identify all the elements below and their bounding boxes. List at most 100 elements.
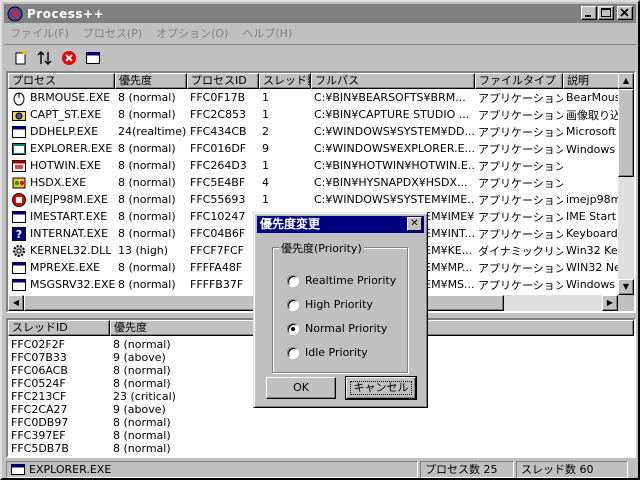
process-cell-priority: 8 (normal): [118, 91, 176, 104]
new-file-icon: [15, 49, 27, 64]
close-button[interactable]: [617, 6, 633, 20]
scroll-down-button[interactable]: ▼: [618, 279, 634, 295]
process-cell-threads: 1: [262, 193, 269, 206]
menu-help[interactable]: ヘルプ(H): [242, 25, 292, 41]
process-cell-priority: 24(realtime): [118, 125, 187, 138]
radio-high[interactable]: High Priority: [287, 298, 373, 311]
priority-dialog: 優先度変更 ✕ 優先度(Priority) Realtime Priority …: [253, 212, 428, 408]
process-row[interactable]: BRMOUSE.EXE 8 (normal) FFC0F17B 1 C:¥BIN¥BEA…: [8, 89, 634, 106]
process-cell-pid: FFCF7FCF: [190, 244, 244, 257]
mouse-icon: [13, 92, 25, 105]
process-cell-threads: 1: [262, 108, 269, 121]
process-cell-name: DDHELP.EXE: [8, 124, 115, 140]
thread-id-cell: FFC07B33: [11, 351, 67, 364]
process-cell-name: IMEJP98M.EXE: [8, 192, 115, 208]
menu-options[interactable]: オプション(O): [156, 25, 228, 41]
process-cell-type: アプリケーション: [478, 159, 563, 173]
col-priority[interactable]: 優先度: [115, 73, 187, 89]
process-cell-name: HSDX.EXE: [8, 175, 115, 191]
scroll-right-button[interactable]: ▶: [602, 295, 618, 311]
process-cell-pid: FFC016DF: [190, 142, 247, 155]
title-bar[interactable]: Process++: [4, 4, 636, 23]
process-cell-pid: FFFFA48F: [190, 261, 243, 274]
col-pid[interactable]: プロセスID: [187, 73, 259, 89]
window-icon: [12, 261, 26, 274]
radio-button[interactable]: [287, 346, 299, 359]
close-icon: [620, 8, 629, 17]
thread-id-cell: FFC397EF: [11, 429, 66, 442]
dialog-close-button[interactable]: ✕: [407, 217, 422, 231]
new-process-button[interactable]: [10, 47, 32, 69]
status-selected-process: EXPLORER.EXE: [6, 461, 418, 478]
process-cell-name: ? INTERNAT.EXE: [8, 226, 115, 242]
process-cell-name: KERNEL32.DLL: [8, 243, 115, 259]
radio-idle[interactable]: Idle Priority: [287, 346, 368, 359]
vertical-scroll-thumb[interactable]: [618, 89, 634, 177]
scroll-corner: [618, 295, 634, 311]
sort-button[interactable]: [34, 47, 56, 69]
minimize-button[interactable]: [581, 6, 597, 20]
process-cell-name: CAPT_ST.EXE: [8, 107, 115, 123]
process-cell-type: ダイナミックリン...: [478, 244, 563, 258]
thread-row[interactable]: FFC5DB7B 8 (normal): [8, 442, 634, 455]
radio-normal[interactable]: Normal Priority: [287, 322, 387, 335]
thread-row[interactable]: FFC397EF 8 (normal): [8, 429, 634, 442]
window-view-button[interactable]: [82, 47, 104, 69]
process-cell-priority: 8 (normal): [118, 159, 176, 172]
process-row[interactable]: DDHELP.EXE 24(realtime) FFC434CB 2 C:¥WINDOW…: [8, 123, 634, 140]
window-title: Process++: [27, 6, 105, 21]
menu-file[interactable]: ファイル(F): [10, 25, 69, 41]
radio-button[interactable]: [287, 298, 299, 311]
process-name: EXPLORER.EXE: [30, 141, 113, 155]
process-vertical-scrollbar[interactable]: ▲ ▼: [618, 73, 634, 295]
maximize-icon: [601, 8, 611, 17]
capture-icon: [12, 110, 26, 121]
menu-process[interactable]: プロセス(P): [83, 25, 142, 41]
process-cell-pid: FFC0F17B: [190, 91, 246, 104]
process-cell-pid: FFC55693: [190, 193, 246, 206]
process-cell-pid: FFC5E4BF: [190, 176, 246, 189]
thread-row[interactable]: FFC0DB97 8 (normal): [8, 416, 634, 429]
scroll-left-button[interactable]: ◀: [8, 295, 24, 311]
radio-button[interactable]: [287, 274, 299, 287]
ime-icon: [12, 192, 26, 207]
col-threads[interactable]: スレッド数: [259, 73, 311, 89]
process-row[interactable]: HOTWIN.EXE 8 (normal) FFC264D3 1 C:¥BIN¥HOTW…: [8, 157, 634, 174]
scroll-up-button[interactable]: ▲: [618, 73, 634, 89]
col-thread-id[interactable]: スレッドID: [8, 320, 110, 336]
svg-text:?: ?: [16, 228, 22, 241]
col-fullpath[interactable]: フルパス: [311, 73, 475, 89]
maximize-button[interactable]: [598, 6, 614, 20]
process-name: KERNEL32.DLL: [30, 243, 112, 257]
process-cell-name: BRMOUSE.EXE: [8, 90, 115, 106]
terminate-button[interactable]: [58, 47, 80, 69]
status-bar: EXPLORER.EXE プロセス数 25 スレッド数 60: [6, 461, 636, 478]
priority-group: 優先度(Priority) Realtime Priority High Pri…: [272, 240, 408, 373]
process-cell-threads: 2: [262, 125, 269, 138]
process-name: CAPT_ST.EXE: [30, 107, 102, 121]
radio-button-selected[interactable]: [287, 322, 299, 335]
window-icon: [86, 51, 100, 64]
window-icon: [12, 210, 26, 223]
dialog-title-bar[interactable]: 優先度変更 ✕: [257, 216, 424, 233]
col-filetype[interactable]: ファイルタイプ: [475, 73, 563, 89]
process-cell-priority: 8 (normal): [118, 278, 176, 291]
process-row[interactable]: EXPLORER.EXE 8 (normal) FFC016DF 9 C:¥WINDOW…: [8, 140, 634, 157]
process-cell-name: IMESTART.EXE: [8, 209, 115, 225]
radio-realtime[interactable]: Realtime Priority: [287, 274, 396, 287]
col-process[interactable]: プロセス: [8, 73, 115, 89]
toolbar: [4, 44, 636, 70]
process-cell-type: アプリケーション: [478, 142, 563, 156]
cancel-button[interactable]: キャンセル: [345, 376, 417, 400]
process-cell-threads: 1: [262, 91, 269, 104]
dialog-title: 優先度変更: [260, 217, 321, 231]
ok-button[interactable]: OK: [266, 377, 336, 399]
process-cell-priority: 8 (normal): [118, 108, 176, 121]
process-cell-name: HOTWIN.EXE: [8, 158, 115, 174]
process-row[interactable]: HSDX.EXE 8 (normal) FFC5E4BF 4 C:¥BIN¥HYSNAP…: [8, 174, 634, 191]
process-row[interactable]: CAPT_ST.EXE 8 (normal) FFC2C853 1 C:¥BIN¥CAP…: [8, 106, 634, 123]
process-cell-priority: 8 (normal): [118, 261, 176, 274]
stop-icon: [62, 50, 76, 65]
process-row[interactable]: IMEJP98M.EXE 8 (normal) FFC55693 1 C:¥WINDOW…: [8, 191, 634, 208]
process-name: IMESTART.EXE: [30, 209, 108, 223]
